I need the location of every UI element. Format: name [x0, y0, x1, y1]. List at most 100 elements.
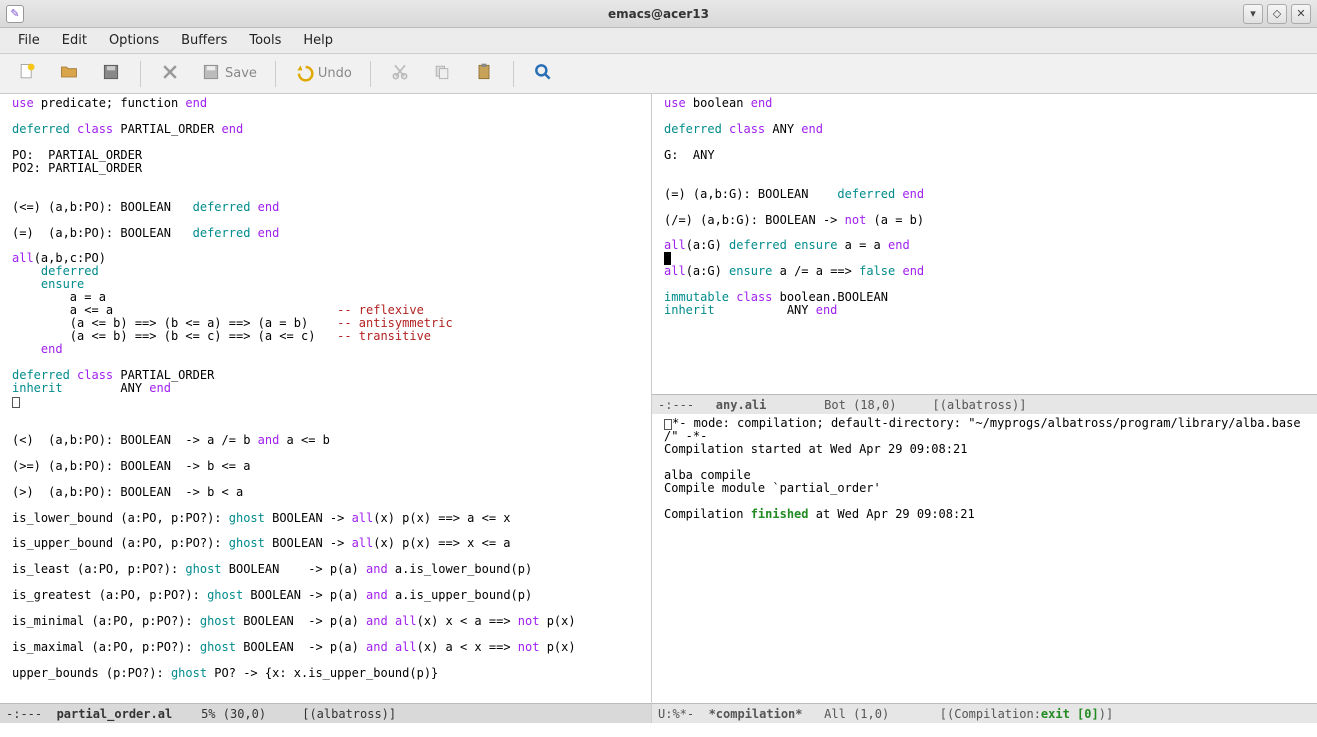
code-text: is_greatest (a:PO, p:PO?):	[12, 588, 207, 602]
menu-buffers[interactable]: Buffers	[171, 30, 237, 51]
comment: -- antisymmetric	[337, 316, 453, 330]
menu-edit[interactable]: Edit	[52, 30, 97, 51]
kw: all	[352, 536, 374, 550]
kw: end	[258, 226, 280, 240]
code-text: (<) (a,b:PO): BOOLEAN -> a /= b	[12, 433, 258, 447]
scissors-icon	[390, 62, 410, 85]
kw: ghost	[229, 511, 265, 525]
menu-options[interactable]: Options	[99, 30, 169, 51]
kw: not	[518, 640, 540, 654]
code-text: is_maximal (a:PO, p:PO?):	[12, 640, 200, 654]
modeline-pos: All (1,0) [(Compilation:	[803, 707, 1041, 721]
code-text: (a:G)	[686, 264, 729, 278]
kw: ensure	[729, 264, 772, 278]
code-text: PO? -> {x: x.is_upper_bound(p)}	[207, 666, 438, 680]
compilation-buffer[interactable]: *- mode: compilation; default-directory:…	[652, 414, 1317, 703]
code-text: /" -*-	[664, 429, 707, 443]
maximize-button[interactable]: ◇	[1267, 4, 1287, 24]
copy-button[interactable]	[425, 59, 459, 89]
code-text: (a <= b) ==> (b <= a) ==> (a = b)	[12, 316, 337, 330]
toolbar-separator	[370, 61, 371, 87]
modeline-status: U:%*-	[658, 707, 709, 721]
code-text: is_upper_bound (a:PO, p:PO?):	[12, 536, 229, 550]
undo-label: Undo	[318, 66, 352, 81]
code-text	[70, 122, 77, 136]
kw: ghost	[171, 666, 207, 680]
left-editor[interactable]: use predicate; function end deferred cla…	[0, 94, 651, 703]
code-text	[250, 200, 257, 214]
code-text	[12, 342, 41, 356]
code-text	[12, 277, 41, 291]
code-text: (a = b)	[866, 213, 924, 227]
toolbar-separator	[275, 61, 276, 87]
code-text: BOOLEAN -> p(a)	[236, 614, 366, 628]
code-text: (x) p(x) ==> x <= a	[373, 536, 510, 550]
code-text: ANY	[715, 303, 816, 317]
minimize-button[interactable]: ▾	[1243, 4, 1263, 24]
modeline-pos: 5% (30,0) [(albatross)]	[172, 707, 396, 721]
open-file-button[interactable]	[52, 59, 86, 89]
menu-tools[interactable]: Tools	[239, 30, 291, 51]
code-text: BOOLEAN ->	[265, 511, 352, 525]
x-icon	[160, 62, 180, 85]
paste-button[interactable]	[467, 59, 501, 89]
modeline-buffer: any.ali	[716, 398, 767, 412]
code-text: (a <= b) ==> (b <= c) ==> (a <= c)	[12, 329, 337, 343]
code-text: (=) (a,b:PO): BOOLEAN	[12, 226, 193, 240]
title-bar: ✎ emacs@acer13 ▾ ◇ ✕	[0, 0, 1317, 28]
code-text: Compile module `partial_order'	[664, 481, 881, 495]
kw: end	[816, 303, 838, 317]
right-pane: use boolean end deferred class ANY end G…	[652, 94, 1317, 723]
copy-icon	[432, 62, 452, 85]
kw: ghost	[200, 640, 236, 654]
save-icon	[201, 62, 221, 85]
kw: all	[664, 264, 686, 278]
menu-bar: File Edit Options Buffers Tools Help	[0, 28, 1317, 54]
kw: all	[12, 251, 34, 265]
left-modeline[interactable]: -:--- partial_order.al 5% (30,0) [(albat…	[0, 703, 651, 723]
search-icon	[533, 62, 553, 85]
code-text: (<=) (a,b:PO): BOOLEAN	[12, 200, 193, 214]
code-text: (x) x < a ==>	[417, 614, 518, 628]
kw: and	[258, 433, 280, 447]
toolbar: Save Undo	[0, 54, 1317, 94]
new-file-icon	[17, 62, 37, 85]
code-text: a.is_lower_bound(p)	[388, 562, 533, 576]
undo-arrow-icon	[294, 62, 314, 85]
save-button[interactable]: Save	[195, 59, 263, 89]
floppy-icon	[101, 62, 121, 85]
code-text: predicate; function	[34, 96, 186, 110]
kw: all	[395, 614, 417, 628]
save-disk-button[interactable]	[94, 59, 128, 89]
code-text: BOOLEAN -> p(a)	[243, 588, 366, 602]
compilation-modeline[interactable]: U:%*- *compilation* All (1,0) [(Compilat…	[652, 703, 1317, 723]
close-button[interactable]: ✕	[1291, 4, 1311, 24]
code-text: *- mode: compilation; default-directory:…	[672, 416, 1301, 430]
kw: deferred	[193, 200, 251, 214]
undo-button[interactable]: Undo	[288, 59, 358, 89]
kw: deferred	[41, 264, 99, 278]
code-text: ANY	[765, 122, 801, 136]
new-file-button[interactable]	[10, 59, 44, 89]
menu-help[interactable]: Help	[293, 30, 343, 51]
minibuffer[interactable]	[0, 723, 1317, 737]
search-button[interactable]	[526, 59, 560, 89]
right-top-modeline[interactable]: -:--- any.ali Bot (18,0) [(albatross)]	[652, 394, 1317, 414]
kw: deferred	[837, 187, 895, 201]
code-text: p(x)	[539, 614, 575, 628]
kw: inherit	[664, 303, 715, 317]
code-text: Compilation started at Wed Apr 29 09:08:…	[664, 442, 967, 456]
kw: and	[366, 640, 388, 654]
cancel-x-button[interactable]	[153, 59, 187, 89]
code-text	[388, 614, 395, 628]
code-text	[70, 368, 77, 382]
right-top-editor[interactable]: use boolean end deferred class ANY end G…	[652, 94, 1317, 394]
cut-button[interactable]	[383, 59, 417, 89]
kw: ghost	[229, 536, 265, 550]
menu-file[interactable]: File	[8, 30, 50, 51]
kw: class	[77, 368, 113, 382]
kw: deferred	[12, 122, 70, 136]
toolbar-separator	[513, 61, 514, 87]
code-text: (a:G)	[686, 238, 729, 252]
code-text	[12, 264, 41, 278]
